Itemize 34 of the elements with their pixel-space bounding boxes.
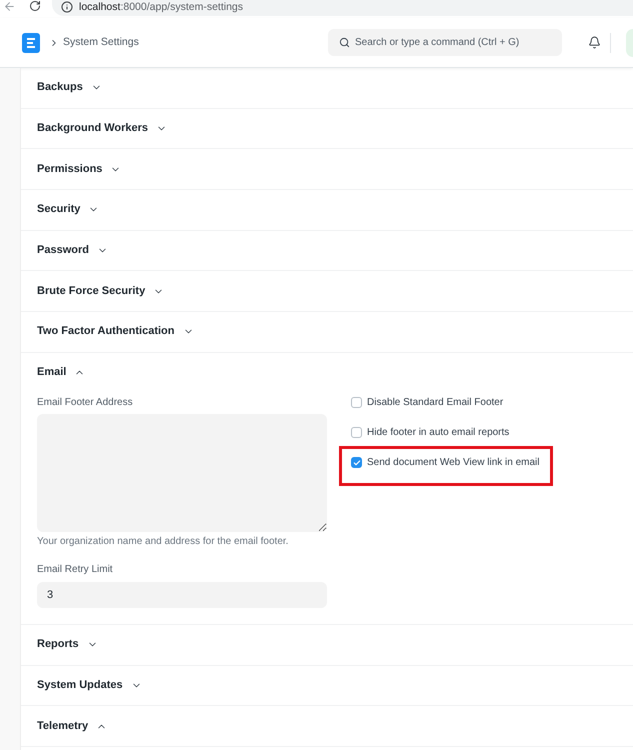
section-header[interactable]: System Updates xyxy=(37,678,142,692)
checkbox[interactable] xyxy=(351,427,362,438)
notification-bell-icon[interactable] xyxy=(588,36,601,49)
section-header[interactable]: Brute Force Security xyxy=(37,284,164,298)
search-placeholder: Search or type a command (Ctrl + G) xyxy=(355,36,520,48)
section-header[interactable]: Security xyxy=(37,203,100,216)
checkbox[interactable] xyxy=(351,457,362,468)
reload-icon[interactable] xyxy=(29,0,41,12)
checkbox[interactable] xyxy=(351,397,362,408)
section-header[interactable]: Permissions xyxy=(37,162,122,176)
section-header[interactable]: Two Factor Authentication xyxy=(37,325,194,338)
checkbox-label: Disable Standard Email Footer xyxy=(367,396,504,409)
section-header[interactable]: Background Workers xyxy=(37,122,168,136)
section-header[interactable]: Telemetry xyxy=(37,720,108,733)
breadcrumb-link[interactable]: System Settings xyxy=(63,36,139,49)
check-icon xyxy=(352,458,360,467)
checkbox-label: Send document Web View link in email xyxy=(367,456,540,469)
section-header[interactable]: Backups xyxy=(37,81,102,94)
app-logo-icon[interactable] xyxy=(22,32,40,52)
section-header[interactable]: Email xyxy=(37,366,86,380)
textarea-field[interactable] xyxy=(37,414,327,532)
field-label: Email Retry Limit xyxy=(37,564,114,576)
checkbox-label: Hide footer in auto email reports xyxy=(367,426,510,439)
input-field[interactable]: 3 xyxy=(37,582,327,608)
section-header[interactable]: Password xyxy=(37,244,108,258)
search-field[interactable]: Search or type a command (Ctrl + G) xyxy=(328,29,562,56)
search-icon xyxy=(339,37,350,48)
info-icon xyxy=(61,0,73,12)
field-label: Email Footer Address xyxy=(37,396,134,409)
field-description: Your organization name and address for the email footer. xyxy=(37,536,290,548)
section-header[interactable]: Reports xyxy=(37,638,98,652)
url-text: localhost:8000/app/system-settings xyxy=(79,0,244,12)
address-bar[interactable]: localhost:8000/app/system-settings xyxy=(52,0,633,16)
back-arrow-icon[interactable] xyxy=(3,0,16,13)
